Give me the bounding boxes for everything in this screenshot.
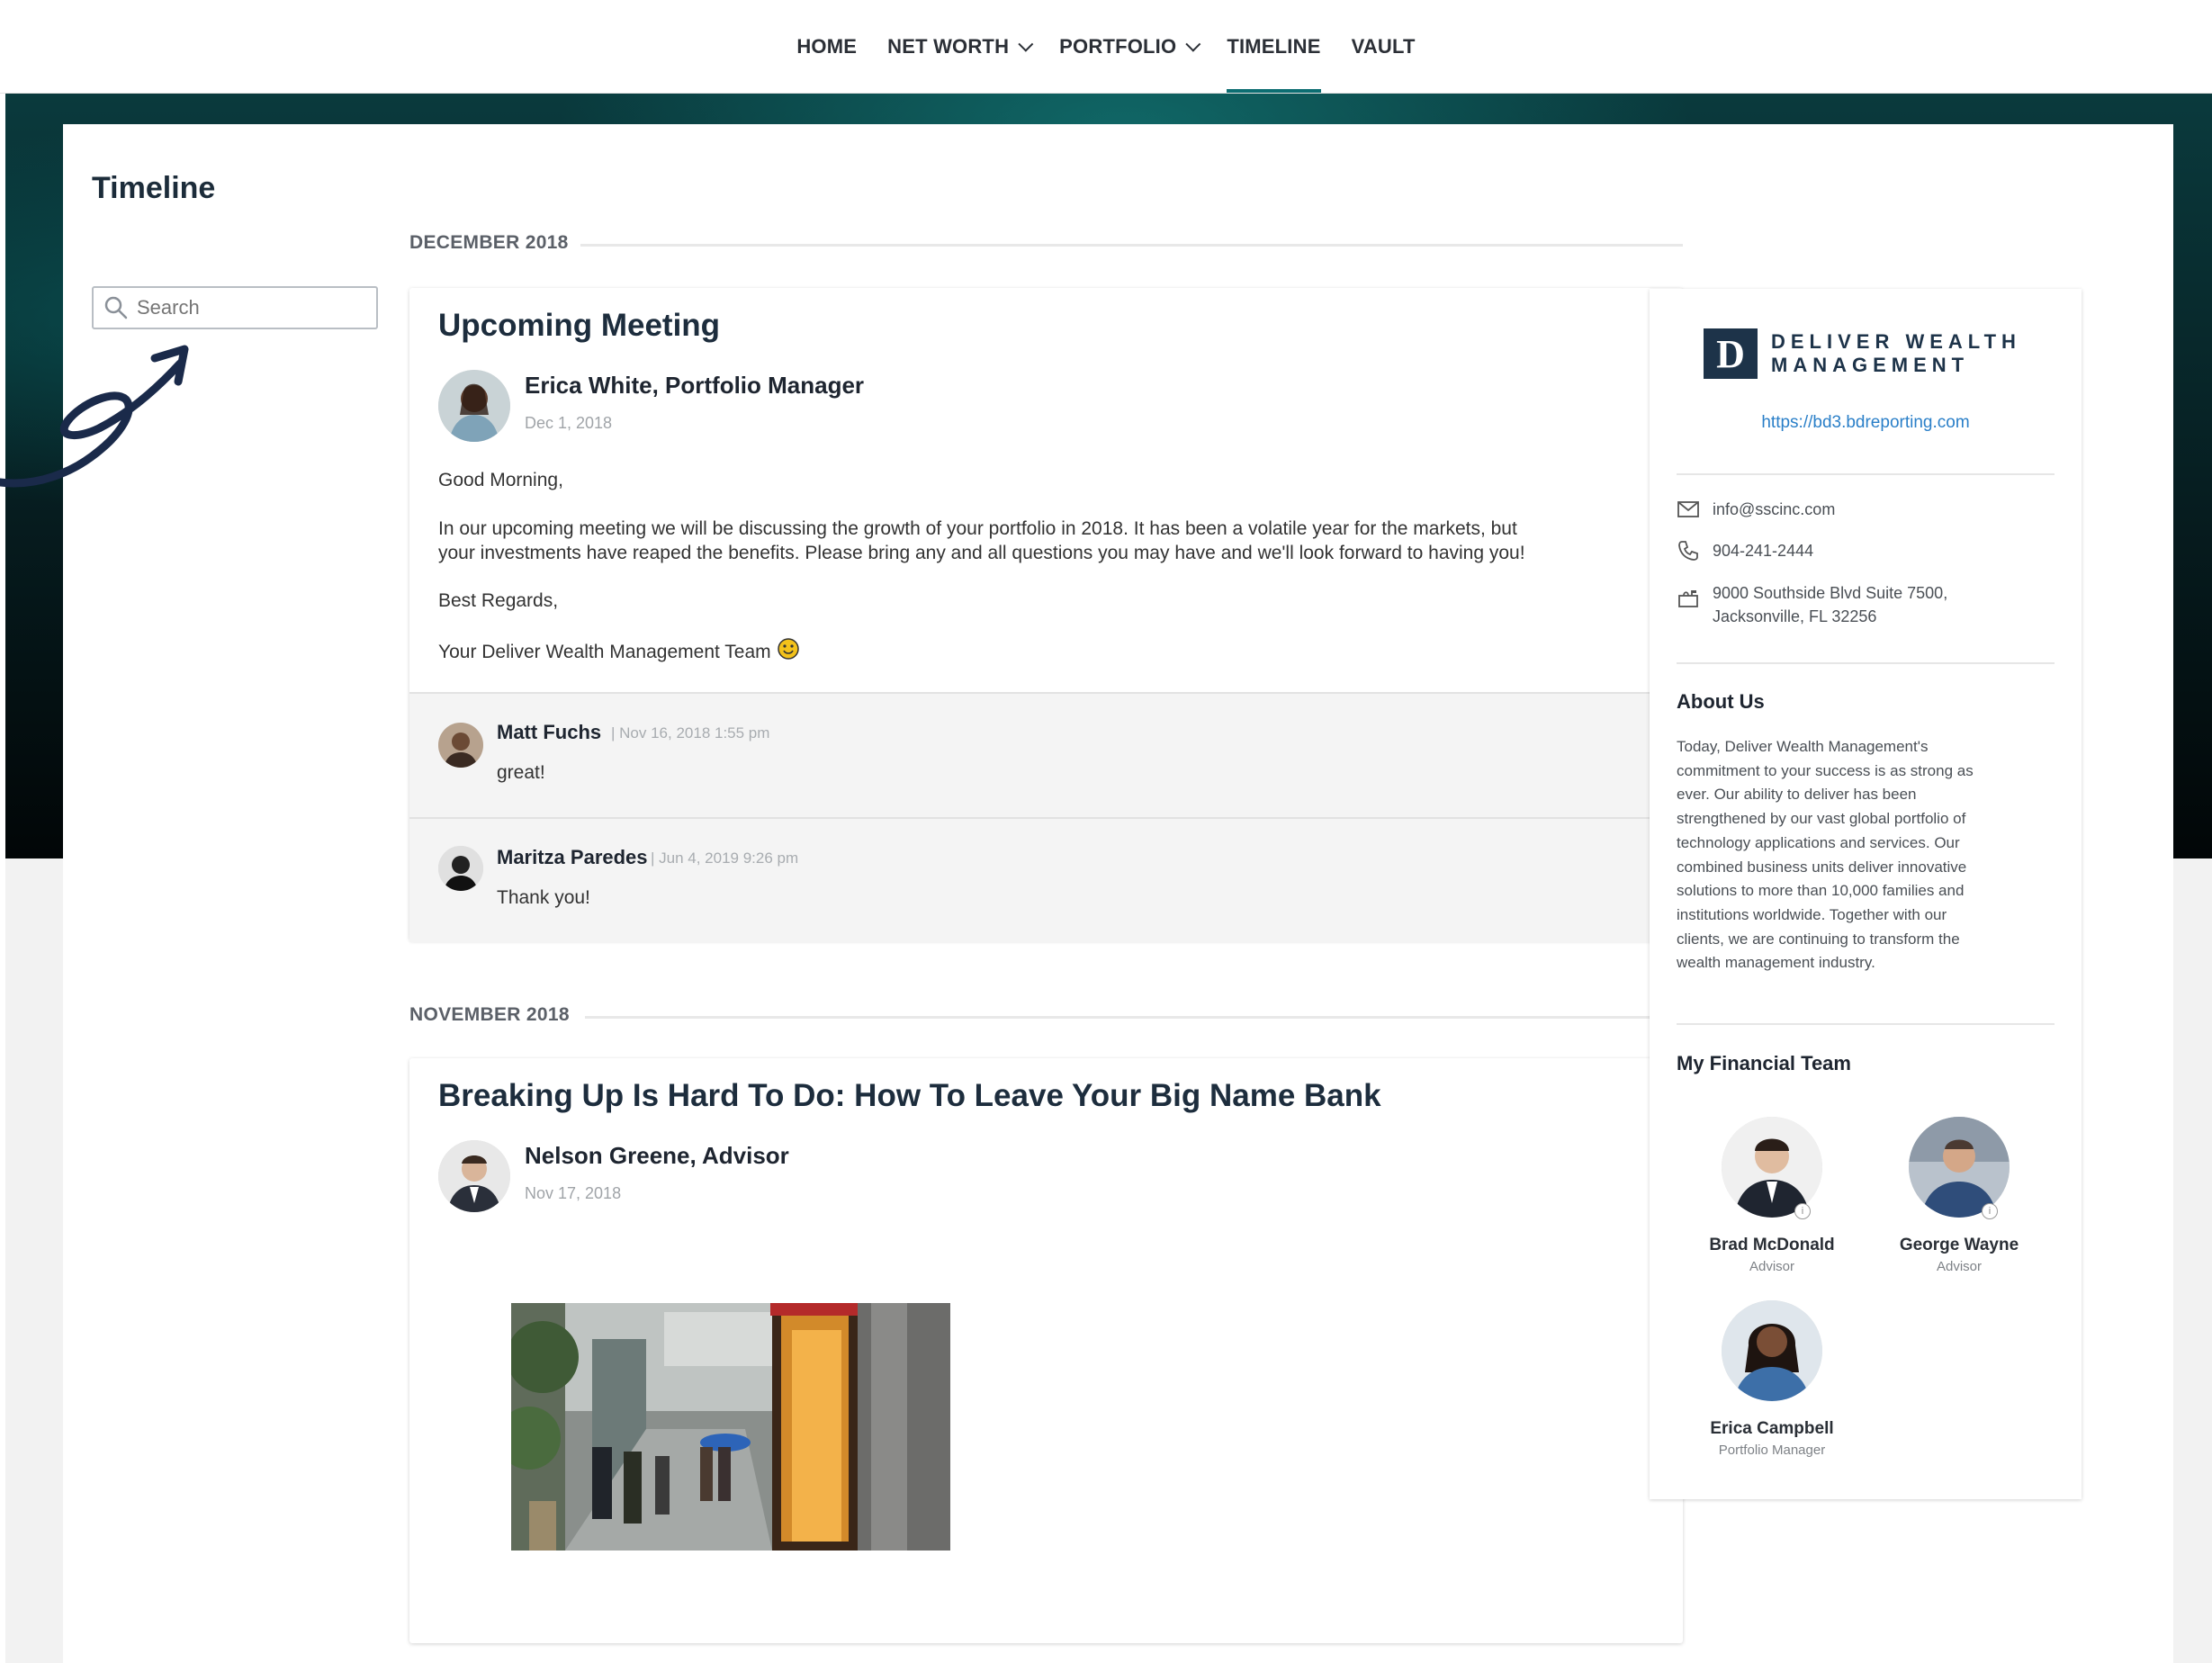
search-box[interactable]: [92, 286, 378, 329]
contact-phone-text: 904-241-2444: [1713, 542, 1814, 560]
contact-email[interactable]: info@sscinc.com: [1677, 498, 1835, 521]
nav-portfolio[interactable]: PORTFOLIO: [1059, 0, 1201, 93]
avatar: [438, 723, 483, 768]
about-line: commitment to your success is as strong …: [1677, 761, 1974, 779]
avatar: [1909, 1117, 2010, 1218]
firm-website-link[interactable]: https://bd3.bdreporting.com: [1650, 413, 2082, 433]
nav-home-label: HOME: [796, 34, 858, 58]
comment-author[interactable]: Maritza Paredes: [497, 846, 648, 869]
team-member-name: George Wayne: [1899, 1236, 2019, 1254]
comment-text: Thank you!: [497, 887, 590, 908]
month-divider: [585, 1016, 1683, 1019]
info-icon[interactable]: i: [1982, 1203, 1998, 1219]
nav-home[interactable]: HOME: [796, 0, 857, 93]
team-member-card[interactable]: Erica Campbell Portfolio Manager: [1682, 1300, 1862, 1458]
divider: [1677, 1023, 2055, 1025]
team-member-name: Brad McDonald: [1709, 1236, 1835, 1254]
comment-timestamp: | Nov 16, 2018 1:55 pm: [611, 724, 770, 742]
nav-net-worth-label: NET WORTH: [887, 34, 1010, 58]
comment-timestamp: | Jun 4, 2019 9:26 pm: [651, 849, 799, 867]
team-member-role: Advisor: [1936, 1259, 1983, 1274]
post-signature-row: Your Deliver Wealth Management Team: [438, 637, 800, 667]
team-member-card[interactable]: i Brad McDonald Advisor: [1682, 1117, 1862, 1274]
contact-email-text: info@sscinc.com: [1713, 500, 1836, 518]
about-line: solutions to more than 10,000 families a…: [1677, 882, 1965, 900]
main-panel: Timeline DECEMBER 2018 Upcoming Meeting …: [0, 124, 2173, 1663]
avatar: [438, 846, 483, 891]
post-date: Nov 17, 2018: [525, 1184, 622, 1202]
month-divider: [580, 244, 1683, 247]
smiley-icon: [777, 637, 800, 667]
avatar: [438, 370, 510, 442]
post-body-line: In our upcoming meeting we will be discu…: [438, 518, 1517, 539]
avatar: [1722, 1117, 1822, 1218]
comment-text: great!: [497, 762, 545, 783]
about-line: clients, we are continuing to transform …: [1677, 930, 1960, 948]
team-member-role: Advisor: [1749, 1259, 1795, 1274]
contact-phone[interactable]: 904-241-2444: [1677, 539, 1813, 562]
comment-item: Matt Fuchs | Nov 16, 2018 1:55 pm great!: [409, 692, 1683, 817]
search-input[interactable]: [135, 295, 364, 320]
post-signoff: Best Regards,: [438, 590, 559, 611]
mail-icon: [1677, 498, 1700, 521]
post-greeting: Good Morning,: [438, 470, 563, 490]
nav-vault-label: VAULT: [1351, 34, 1416, 58]
team-member-name: Erica Campbell: [1710, 1419, 1834, 1438]
post-title[interactable]: Breaking Up Is Hard To Do: How To Leave …: [438, 1078, 1381, 1114]
top-navigation: HOME NET WORTH PORTFOLIO TIMELINE VAULT: [0, 0, 2212, 94]
about-line: Today, Deliver Wealth Management's: [1677, 738, 1929, 755]
team-member-card[interactable]: i George Wayne Advisor: [1869, 1117, 2049, 1274]
comment-item: Maritza Paredes | Jun 4, 2019 9:26 pm Th…: [409, 817, 1683, 942]
post-author[interactable]: Nelson Greene, Advisor: [525, 1142, 789, 1170]
post-date: Dec 1, 2018: [525, 414, 613, 432]
comment-author[interactable]: Matt Fuchs: [497, 721, 601, 744]
about-line: wealth management industry.: [1677, 954, 1875, 972]
about-line: combined business units deliver innovati…: [1677, 858, 1967, 876]
phone-icon: [1677, 539, 1700, 562]
nav-portfolio-label: PORTFOLIO: [1059, 34, 1177, 58]
address-line: Jacksonville, FL 32256: [1713, 607, 1877, 625]
mailbox-icon: [1677, 587, 1700, 610]
post-author[interactable]: Erica White, Portfolio Manager: [525, 372, 864, 400]
chevron-down-icon: [1018, 36, 1034, 52]
nav-vault[interactable]: VAULT: [1352, 0, 1416, 93]
search-icon: [103, 294, 130, 321]
about-line: technology applications and services. Ou…: [1677, 833, 1960, 851]
divider: [1677, 473, 2055, 475]
about-line: ever. Our ability to deliver has been: [1677, 786, 1917, 804]
nav-net-worth[interactable]: NET WORTH: [887, 0, 1034, 93]
firm-logo-icon: D: [1704, 328, 1758, 379]
nav-timeline[interactable]: TIMELINE: [1227, 0, 1321, 93]
logo-line: DELIVER WEALTH: [1771, 330, 2021, 353]
post-card-breaking-up: Breaking Up Is Hard To Do: How To Leave …: [409, 1058, 1683, 1643]
about-us-text: Today, Deliver Wealth Management's commi…: [1677, 735, 2037, 975]
left-edge: [0, 0, 5, 1663]
post-signature: Your Deliver Wealth Management Team: [438, 642, 771, 662]
firm-logo-text: DELIVER WEALTH MANAGEMENT: [1771, 330, 2021, 377]
info-icon[interactable]: i: [1794, 1203, 1811, 1219]
nav-timeline-label: TIMELINE: [1227, 34, 1321, 58]
avatar: [1722, 1300, 1822, 1401]
about-line: institutions worldwide. Together with ou…: [1677, 905, 1947, 923]
contact-address[interactable]: 9000 Southside Blvd Suite 7500, Jacksonv…: [1677, 581, 1947, 628]
about-line: strengthened by our vast global portfoli…: [1677, 810, 1966, 828]
month-label-december: DECEMBER 2018: [409, 232, 569, 253]
address-line: 9000 Southside Blvd Suite 7500,: [1713, 584, 1948, 602]
month-label-november: NOVEMBER 2018: [409, 1004, 570, 1025]
page-title: Timeline: [92, 171, 216, 205]
post-title[interactable]: Upcoming Meeting: [438, 308, 720, 344]
post-image-street[interactable]: [511, 1303, 950, 1551]
annotation-arrow-icon: [0, 345, 189, 488]
divider: [1677, 662, 2055, 664]
financial-team-heading: My Financial Team: [1677, 1052, 1851, 1074]
contact-address-text: 9000 Southside Blvd Suite 7500, Jacksonv…: [1713, 581, 1947, 628]
post-card-upcoming-meeting: Upcoming Meeting Erica White, Portfolio …: [409, 288, 1683, 942]
about-us-heading: About Us: [1677, 690, 1765, 713]
firm-sidebar: D DELIVER WEALTH MANAGEMENT https://bd3.…: [1650, 289, 2082, 1499]
team-member-role: Portfolio Manager: [1718, 1443, 1826, 1458]
post-body-line: your investments have reaped the benefit…: [438, 543, 1525, 563]
logo-line: MANAGEMENT: [1771, 354, 1970, 376]
chevron-down-icon: [1185, 36, 1201, 52]
avatar: [438, 1140, 510, 1212]
